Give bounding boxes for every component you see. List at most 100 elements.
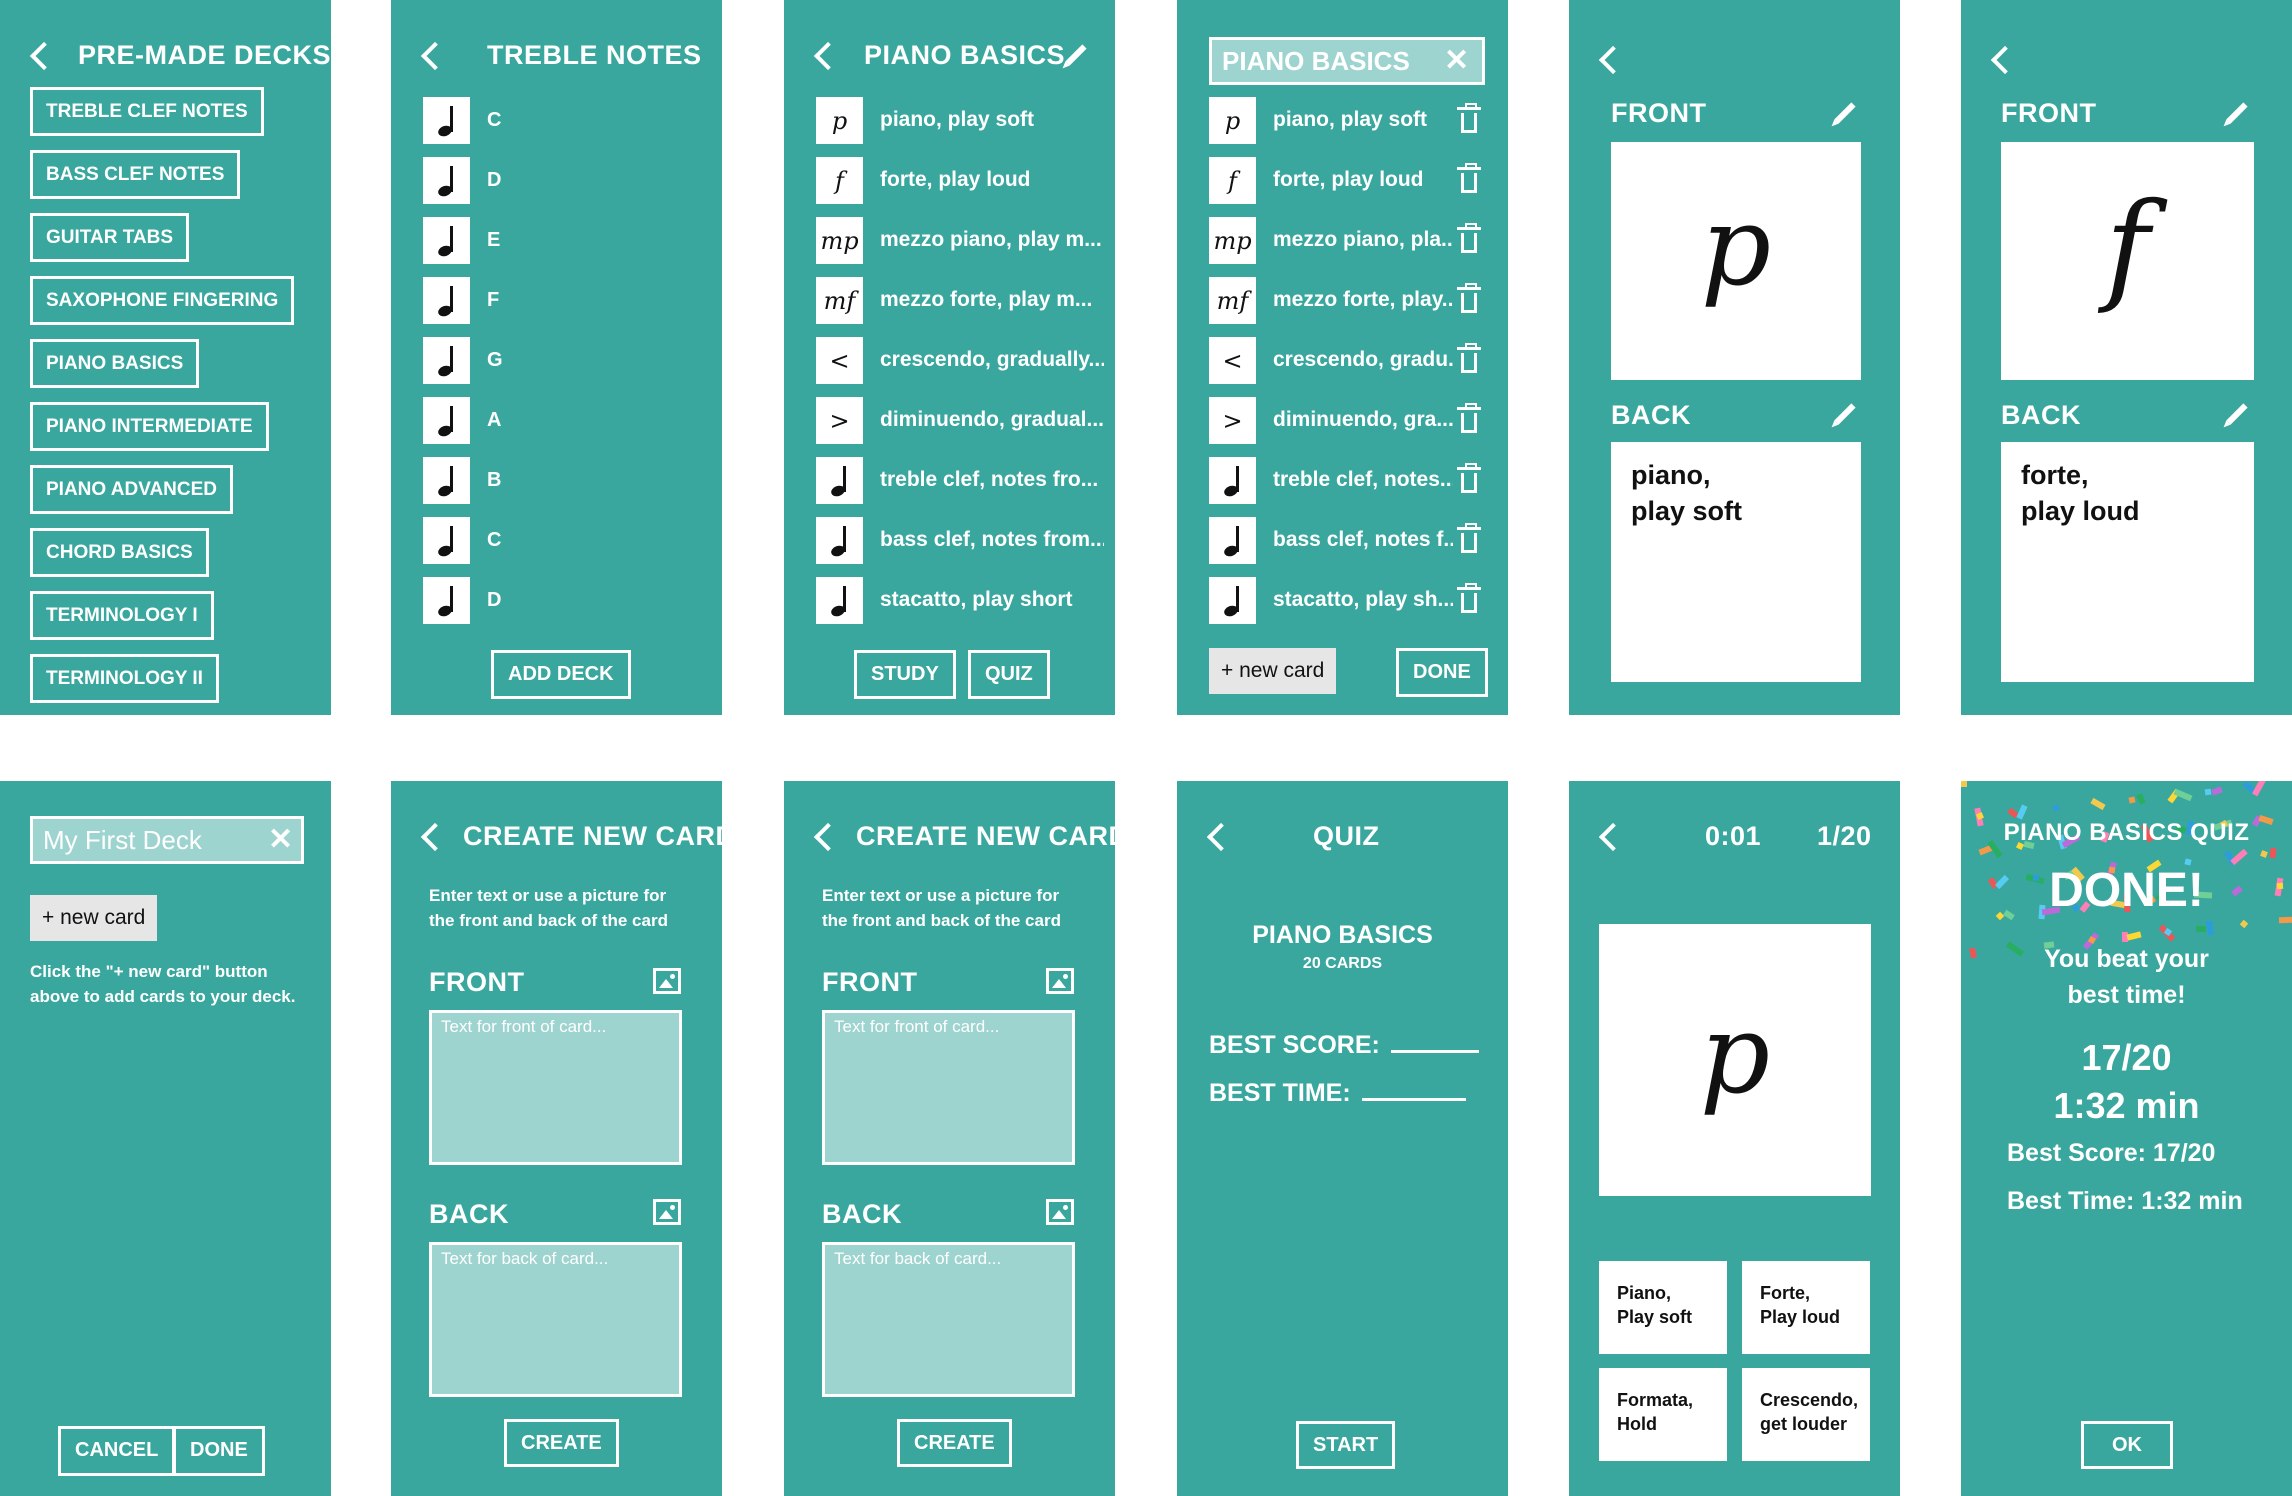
trash-icon[interactable] (1457, 163, 1481, 193)
card-chip[interactable]: > (816, 397, 863, 444)
add-deck-button[interactable]: ADD DECK (491, 650, 631, 699)
front-card[interactable]: f (2001, 142, 2254, 380)
study-button[interactable]: STUDY (854, 650, 956, 699)
card-chip[interactable]: > (1209, 397, 1256, 444)
done-button[interactable]: DONE (173, 1426, 265, 1476)
card-text[interactable]: diminuendo, gra... (1273, 408, 1453, 432)
edit-back-pencil-icon[interactable] (1834, 403, 1856, 425)
card-chip[interactable]: mp (1209, 217, 1256, 264)
back-chevron-icon[interactable] (29, 41, 59, 71)
deck-button[interactable]: TERMINOLOGY I (30, 591, 214, 640)
back-chevron-icon[interactable] (813, 41, 843, 71)
deck-title-input[interactable]: My First Deck (30, 816, 304, 864)
trash-icon[interactable] (1457, 103, 1481, 133)
back-chevron-icon[interactable] (813, 822, 843, 852)
note-chip[interactable] (423, 397, 470, 444)
done-button[interactable]: DONE (1396, 648, 1488, 697)
new-card-button[interactable]: + new card (30, 895, 158, 941)
answer-option[interactable]: Crescendo, get louder (1742, 1368, 1870, 1461)
trash-icon[interactable] (1457, 463, 1481, 493)
note-chip[interactable] (423, 457, 470, 504)
card-chip[interactable]: mf (816, 277, 863, 324)
card-chip[interactable] (816, 457, 863, 504)
card-text[interactable]: crescendo, gradu... (1273, 348, 1453, 372)
edit-front-pencil-icon[interactable] (1834, 102, 1856, 124)
card-text[interactable]: bass clef, notes from... (880, 528, 1104, 552)
card-text[interactable]: forte, play loud (1273, 168, 1453, 192)
card-chip[interactable] (1209, 517, 1256, 564)
trash-icon[interactable] (1457, 343, 1481, 373)
back-card[interactable]: forte, play loud (2001, 442, 2254, 682)
card-chip[interactable] (816, 577, 863, 624)
back-chevron-icon[interactable] (420, 41, 450, 71)
card-chip[interactable] (1209, 457, 1256, 504)
start-button[interactable]: START (1296, 1421, 1396, 1469)
back-image-upload-icon[interactable] (653, 1199, 681, 1225)
back-card[interactable]: piano, play soft (1611, 442, 1861, 682)
back-chevron-icon[interactable] (1598, 822, 1628, 852)
card-text[interactable]: treble clef, notes... (1273, 468, 1453, 492)
card-chip[interactable] (1209, 577, 1256, 624)
note-chip[interactable] (423, 157, 470, 204)
ok-button[interactable]: OK (2081, 1421, 2173, 1469)
card-text[interactable]: crescendo, gradually... (880, 348, 1104, 372)
trash-icon[interactable] (1457, 523, 1481, 553)
card-chip[interactable]: f (816, 157, 863, 204)
clear-close-icon[interactable]: ✕ (268, 825, 293, 855)
card-chip[interactable] (816, 517, 863, 564)
card-text[interactable]: piano, play soft (1273, 108, 1453, 132)
card-chip[interactable]: p (1209, 97, 1256, 144)
trash-icon[interactable] (1457, 283, 1481, 313)
cancel-button[interactable]: CANCEL (58, 1426, 176, 1476)
front-card[interactable]: p (1611, 142, 1861, 380)
back-image-upload-icon[interactable] (1046, 1199, 1074, 1225)
trash-icon[interactable] (1457, 583, 1481, 613)
answer-option[interactable]: Formata, Hold (1599, 1368, 1727, 1461)
deck-button[interactable]: PIANO BASICS (30, 339, 200, 388)
note-chip[interactable] (423, 217, 470, 264)
create-button[interactable]: CREATE (504, 1419, 619, 1467)
card-text[interactable]: mezzo piano, pla... (1273, 228, 1453, 252)
card-text[interactable]: mezzo piano, play m... (880, 228, 1104, 252)
card-text[interactable]: diminuendo, gradual... (880, 408, 1104, 432)
deck-button[interactable]: PIANO ADVANCED (30, 465, 234, 514)
card-text[interactable]: bass clef, notes f... (1273, 528, 1453, 552)
front-image-upload-icon[interactable] (1046, 968, 1074, 994)
note-chip[interactable] (423, 337, 470, 384)
back-text-field[interactable]: Text for back of card... (429, 1242, 682, 1397)
card-text[interactable]: treble clef, notes fro... (880, 468, 1104, 492)
card-text[interactable]: stacatto, play sh... (1273, 588, 1453, 612)
clear-close-icon[interactable]: ✕ (1444, 46, 1469, 76)
card-text[interactable]: piano, play soft (880, 108, 1104, 132)
edit-front-pencil-icon[interactable] (2226, 102, 2248, 124)
trash-icon[interactable] (1457, 403, 1481, 433)
back-chevron-icon[interactable] (1206, 822, 1236, 852)
deck-button[interactable]: PIANO INTERMEDIATE (30, 402, 269, 451)
card-chip[interactable]: f (1209, 157, 1256, 204)
deck-button[interactable]: TREBLE CLEF NOTES (30, 87, 264, 136)
trash-icon[interactable] (1457, 223, 1481, 253)
back-chevron-icon[interactable] (1598, 45, 1628, 75)
back-chevron-icon[interactable] (420, 822, 450, 852)
card-chip[interactable]: mf (1209, 277, 1256, 324)
note-chip[interactable] (423, 97, 470, 144)
card-text[interactable]: mezzo forte, play... (1273, 288, 1453, 312)
answer-option[interactable]: Forte, Play loud (1742, 1261, 1870, 1354)
card-text[interactable]: mezzo forte, play m... (880, 288, 1104, 312)
note-chip[interactable] (423, 277, 470, 324)
deck-button[interactable]: TERMINOLOGY II (30, 654, 219, 703)
card-chip[interactable]: p (816, 97, 863, 144)
card-chip[interactable]: < (816, 337, 863, 384)
deck-button[interactable]: CHORD BASICS (30, 528, 209, 577)
create-button[interactable]: CREATE (897, 1419, 1012, 1467)
card-chip[interactable]: mp (816, 217, 863, 264)
front-text-field[interactable]: Text for front of card... (822, 1010, 1075, 1165)
answer-option[interactable]: Piano, Play soft (1599, 1261, 1727, 1354)
edit-back-pencil-icon[interactable] (2226, 403, 2248, 425)
card-text[interactable]: forte, play loud (880, 168, 1104, 192)
quiz-button[interactable]: QUIZ (968, 650, 1050, 699)
card-text[interactable]: stacatto, play short (880, 588, 1104, 612)
back-text-field[interactable]: Text for back of card... (822, 1242, 1075, 1397)
edit-pencil-icon[interactable] (1065, 44, 1087, 66)
deck-button[interactable]: SAXOPHONE FINGERING (30, 276, 295, 325)
